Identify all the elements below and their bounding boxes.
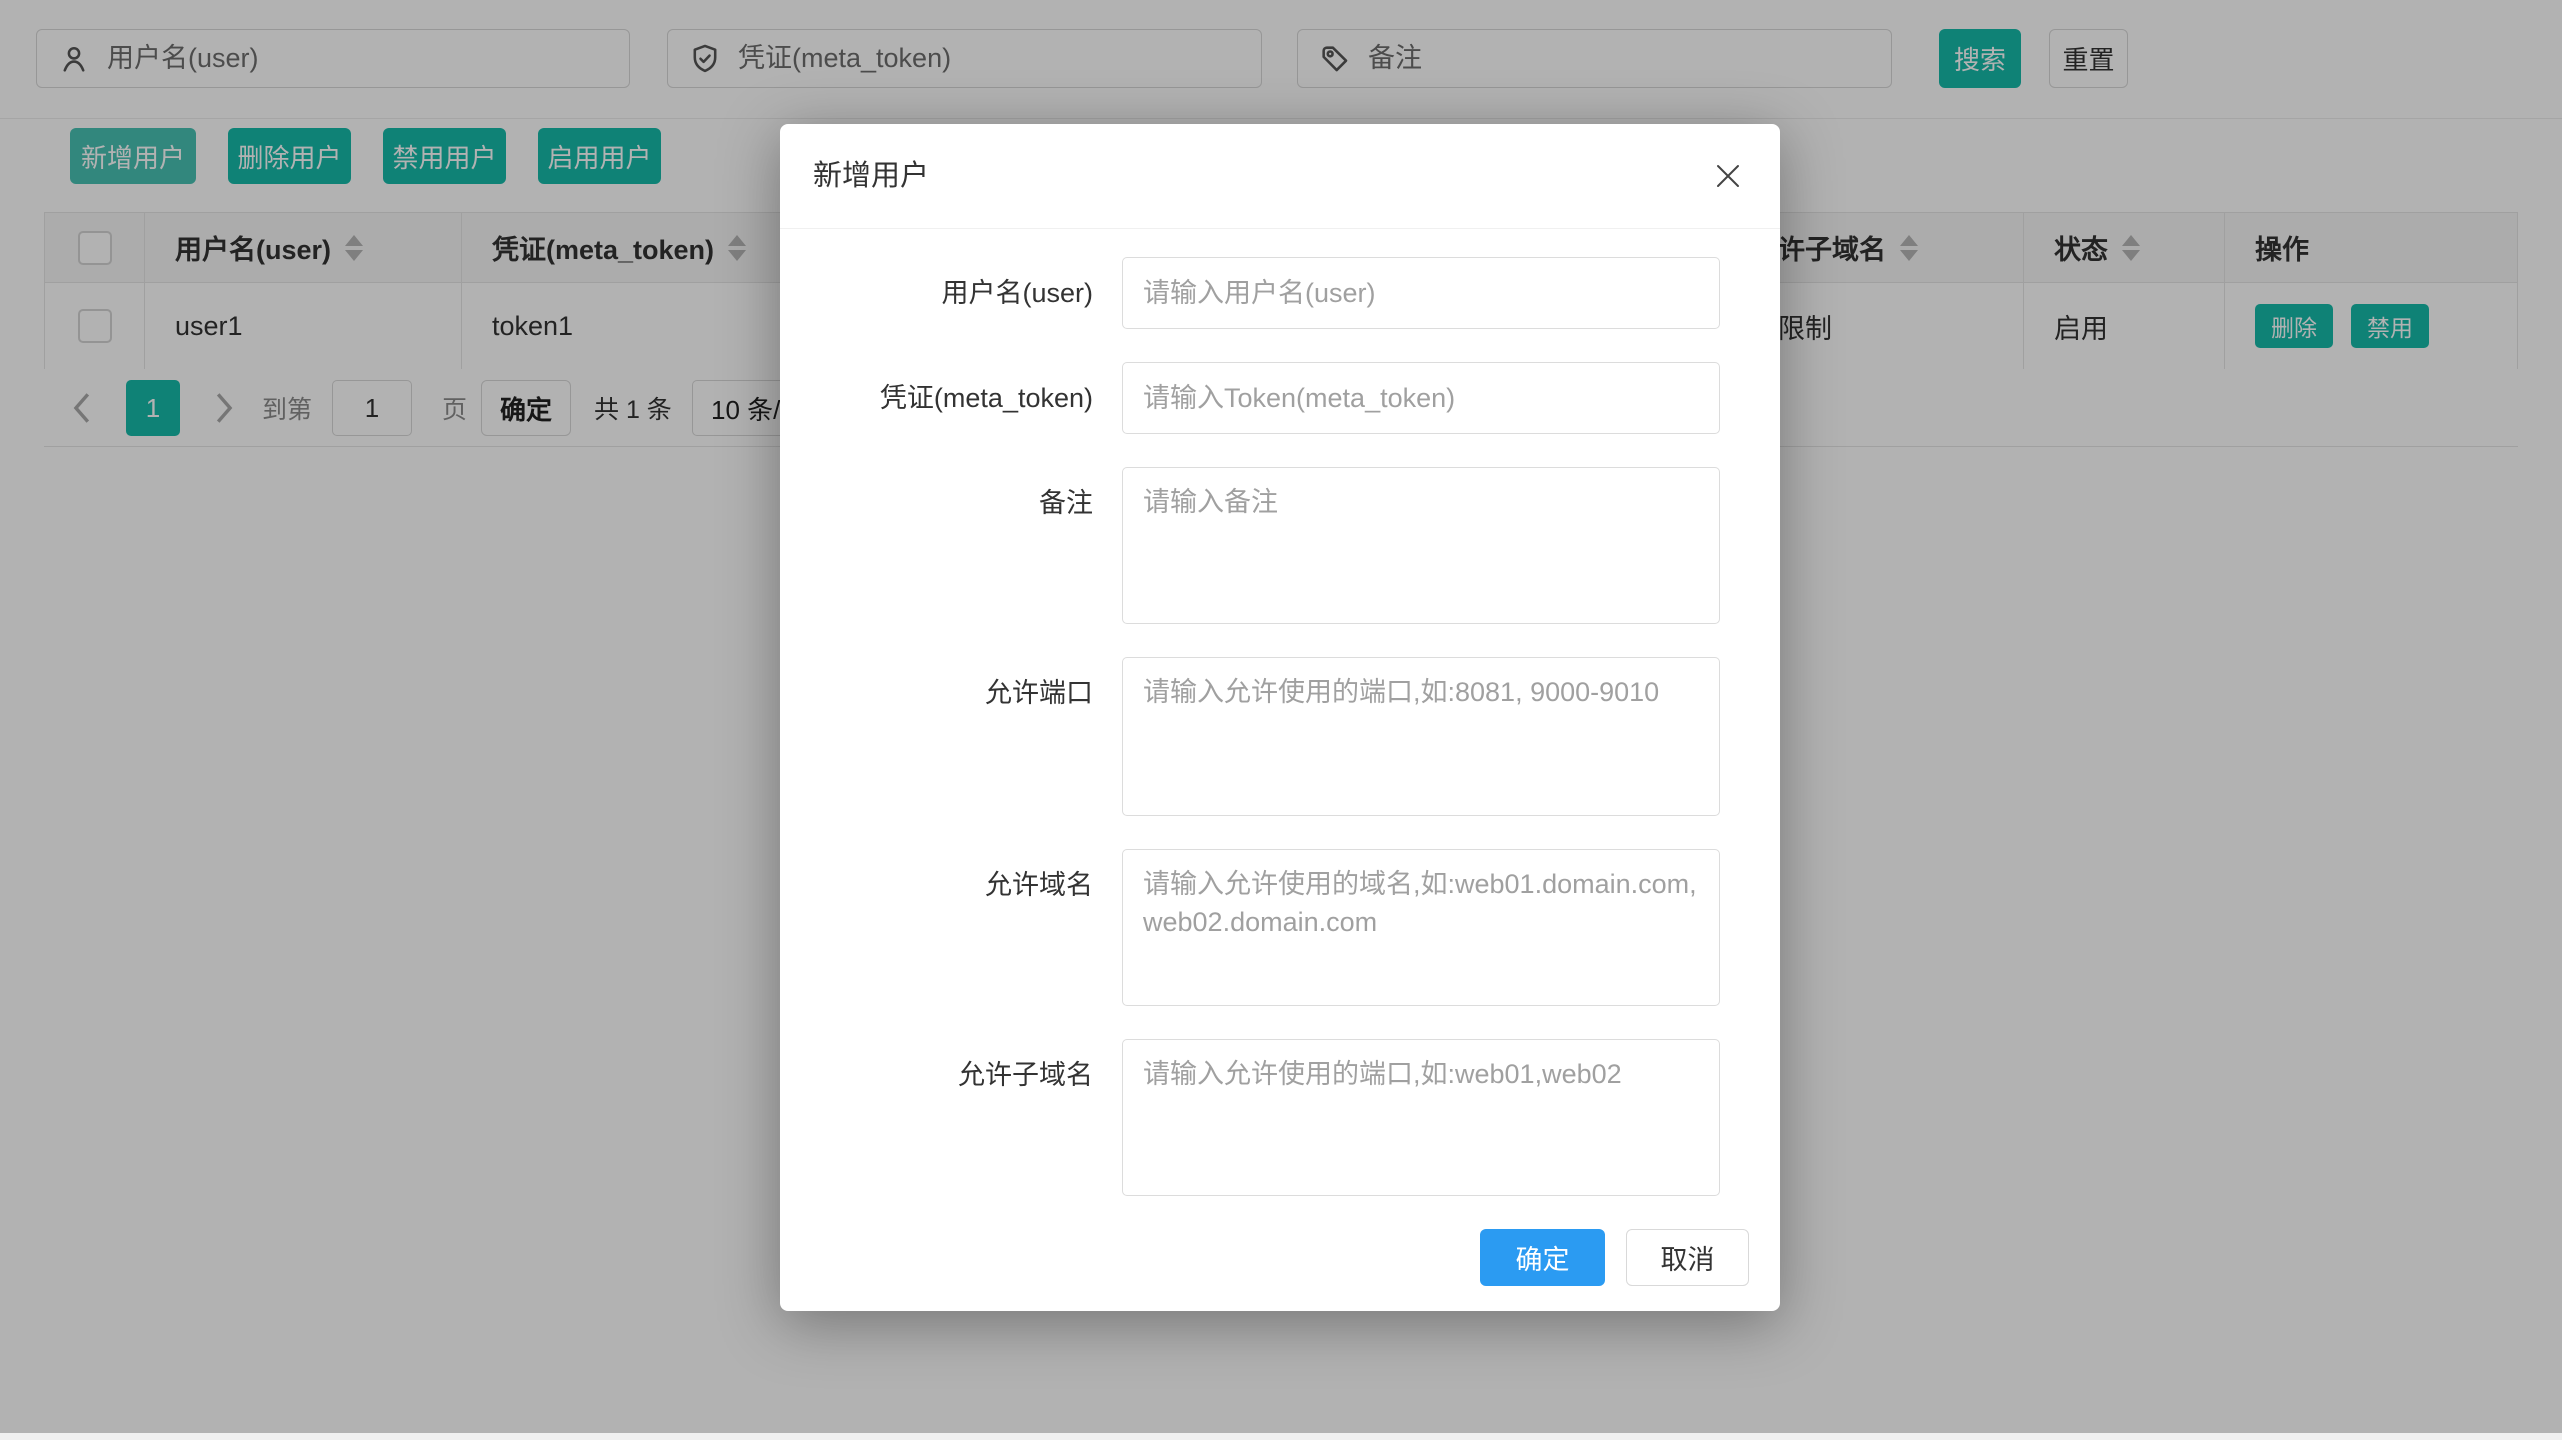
form-row-subdomains: 允许子域名 (780, 1039, 1780, 1196)
subdomains-textarea[interactable] (1122, 1039, 1720, 1196)
username-label: 用户名(user) (780, 257, 1122, 329)
modal-header: 新增用户 (780, 124, 1780, 229)
form-row-token: 凭证(meta_token) (780, 362, 1780, 434)
add-user-modal: 新增用户 用户名(user) 凭证(meta_token) 备注 允许端口 允许… (780, 124, 1780, 1311)
username-input[interactable] (1122, 257, 1720, 329)
token-label: 凭证(meta_token) (780, 362, 1122, 434)
bottom-strip (0, 1433, 2562, 1440)
modal-title: 新增用户 (813, 124, 929, 229)
form-row-ports: 允许端口 (780, 657, 1780, 816)
modal-body: 用户名(user) 凭证(meta_token) 备注 允许端口 允许域名 允许… (780, 229, 1780, 1286)
token-input[interactable] (1122, 362, 1720, 434)
modal-footer: 确定 取消 (780, 1229, 1780, 1286)
ports-textarea[interactable] (1122, 657, 1720, 816)
form-row-username: 用户名(user) (780, 257, 1780, 329)
cancel-button[interactable]: 取消 (1626, 1229, 1749, 1286)
note-label: 备注 (780, 467, 1122, 624)
close-icon[interactable] (1710, 158, 1746, 194)
subdomains-label: 允许子域名 (780, 1039, 1122, 1196)
confirm-button[interactable]: 确定 (1480, 1229, 1605, 1286)
ports-label: 允许端口 (780, 657, 1122, 816)
form-row-note: 备注 (780, 467, 1780, 624)
note-textarea[interactable] (1122, 467, 1720, 624)
domains-label: 允许域名 (780, 849, 1122, 1006)
domains-textarea[interactable] (1122, 849, 1720, 1006)
form-row-domains: 允许域名 (780, 849, 1780, 1006)
